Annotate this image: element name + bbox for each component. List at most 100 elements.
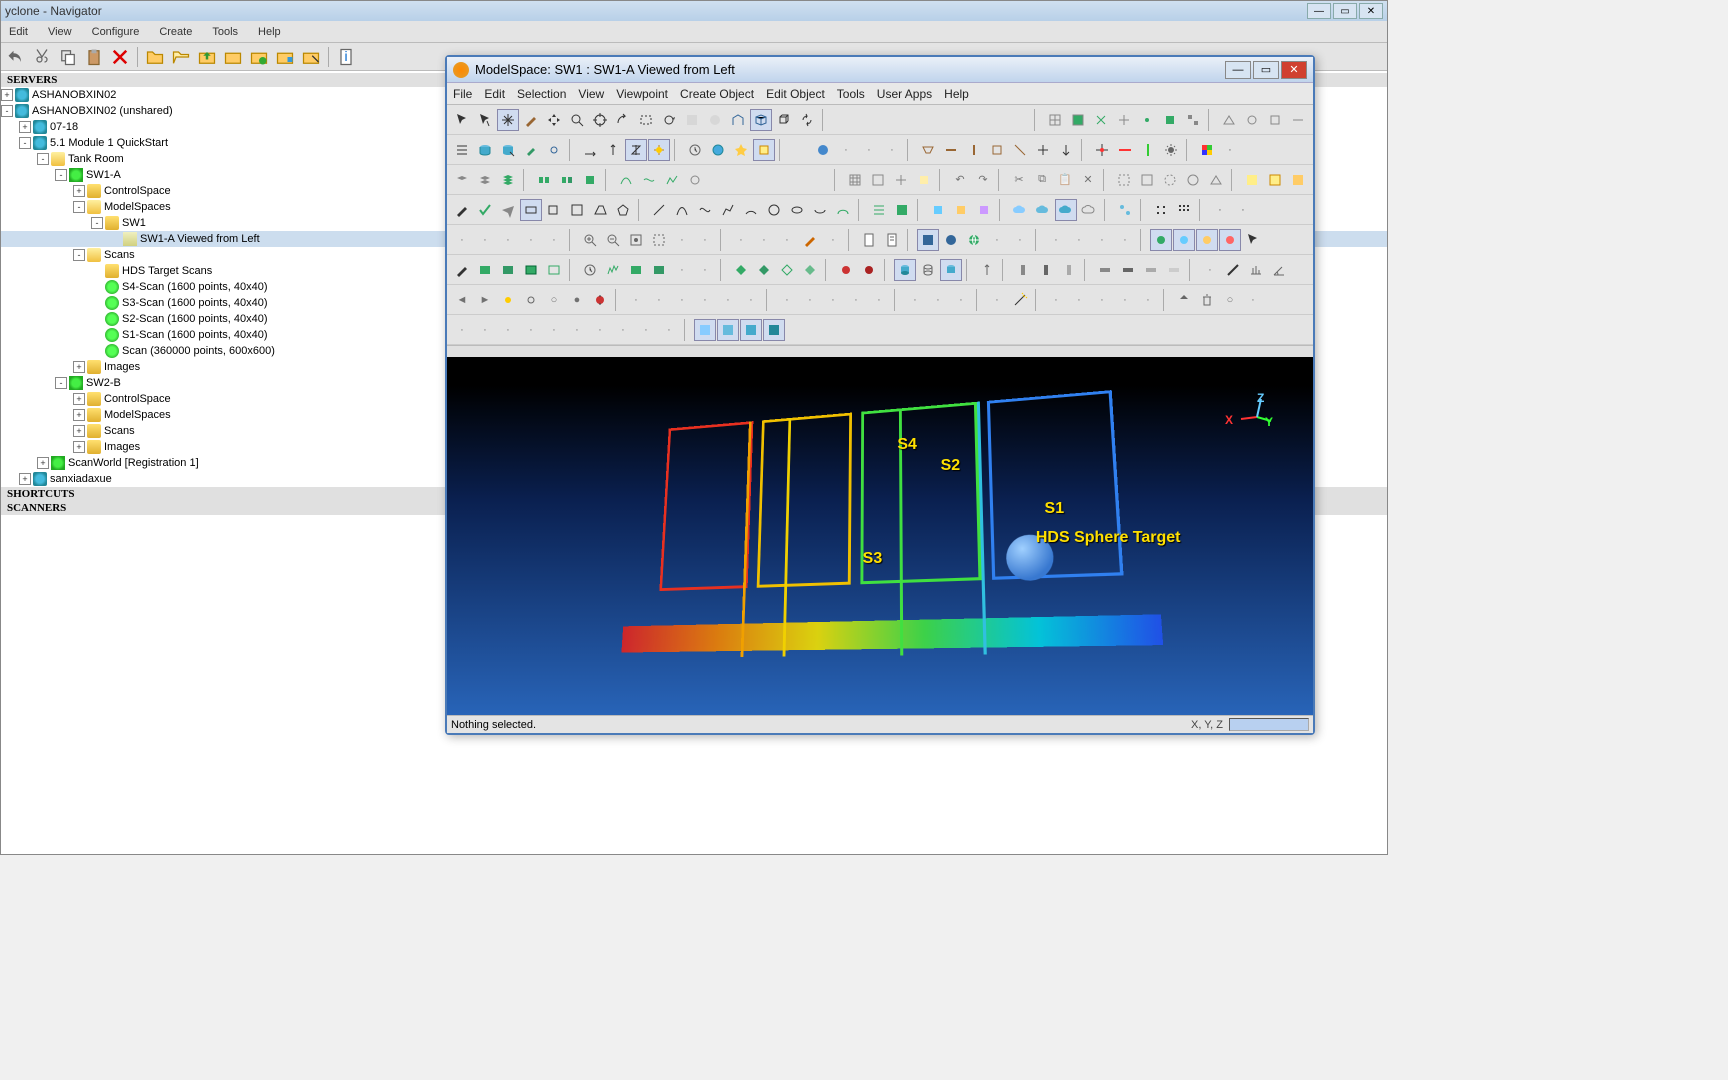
mode4-icon[interactable] <box>763 319 785 341</box>
r6g4-icon[interactable] <box>543 259 565 281</box>
cyl1-icon[interactable] <box>894 259 916 281</box>
clock-icon[interactable] <box>684 139 706 161</box>
view2-icon[interactable] <box>940 229 962 251</box>
nav-back-icon[interactable]: ◄ <box>451 289 473 311</box>
r5j-icon[interactable]: · <box>776 229 798 251</box>
arc4-icon[interactable] <box>809 199 831 221</box>
menu-configure[interactable]: Configure <box>88 24 144 40</box>
globe2-icon[interactable] <box>812 139 834 161</box>
bar3-icon[interactable] <box>1058 259 1080 281</box>
menu-view[interactable]: View <box>44 24 76 40</box>
bar7-icon[interactable] <box>1163 259 1185 281</box>
axis-x-icon[interactable] <box>579 139 601 161</box>
r7w-icon[interactable]: · <box>1242 289 1264 311</box>
r6r1-icon[interactable] <box>835 259 857 281</box>
cut-plane4-icon[interactable] <box>986 139 1008 161</box>
viewport-3d[interactable]: S4 S2 S3 S1 HDS Sphere Target X Y Z <box>447 357 1313 715</box>
r5h-icon[interactable]: · <box>730 229 752 251</box>
g3-icon[interactable] <box>1196 229 1218 251</box>
r7e-icon[interactable]: · <box>717 289 739 311</box>
r8c-icon[interactable]: · <box>497 319 519 341</box>
hatch3-icon[interactable] <box>1287 169 1309 191</box>
arc5-icon[interactable] <box>832 199 854 221</box>
misc-icon[interactable]: · <box>1219 139 1241 161</box>
grid-tool3-icon[interactable] <box>890 169 912 191</box>
cyl3-icon[interactable] <box>940 259 962 281</box>
r8a-icon[interactable]: · <box>451 319 473 341</box>
cmenu-view[interactable]: View <box>578 87 604 101</box>
r5c-icon[interactable]: · <box>497 229 519 251</box>
multi-select-icon[interactable] <box>474 109 496 131</box>
move-icon[interactable] <box>543 109 565 131</box>
r6g5-icon[interactable] <box>625 259 647 281</box>
r7h-icon[interactable]: · <box>799 289 821 311</box>
close-button[interactable]: ✕ <box>1359 3 1383 19</box>
delete-icon[interactable] <box>109 46 131 68</box>
undo-icon[interactable] <box>5 46 27 68</box>
r7u-icon[interactable] <box>1173 289 1195 311</box>
r7f-icon[interactable]: · <box>740 289 762 311</box>
r5d-icon[interactable]: · <box>520 229 542 251</box>
tool-c3-icon[interactable] <box>1264 109 1286 131</box>
cmenu-help[interactable]: Help <box>944 87 969 101</box>
dot5-icon[interactable] <box>589 289 611 311</box>
folder-action1-icon[interactable] <box>222 46 244 68</box>
sel1-icon[interactable] <box>1113 169 1135 191</box>
dot4-icon[interactable]: ● <box>566 289 588 311</box>
curve2-icon[interactable] <box>638 169 660 191</box>
reg1-icon[interactable] <box>533 169 555 191</box>
r5e-icon[interactable]: · <box>543 229 565 251</box>
g1-icon[interactable] <box>1150 229 1172 251</box>
end2-icon[interactable]: · <box>1232 199 1254 221</box>
snap-icon[interactable] <box>648 139 670 161</box>
r6g3-icon[interactable] <box>520 259 542 281</box>
list2-icon[interactable] <box>891 199 913 221</box>
draw-icon[interactable] <box>520 109 542 131</box>
refresh-icon[interactable] <box>796 109 818 131</box>
reg2-icon[interactable] <box>556 169 578 191</box>
cut-axis-icon[interactable] <box>1032 139 1054 161</box>
r7k-icon[interactable]: · <box>868 289 890 311</box>
axis-y-icon[interactable] <box>602 139 624 161</box>
tool-c4-icon[interactable] <box>1287 109 1309 131</box>
r7o-icon[interactable]: · <box>986 289 1008 311</box>
menu-edit[interactable]: Edit <box>5 24 32 40</box>
r6p3-icon[interactable] <box>776 259 798 281</box>
gear-icon[interactable] <box>1160 139 1182 161</box>
r7v-icon[interactable]: ○ <box>1219 289 1241 311</box>
grid2-icon[interactable] <box>1067 109 1089 131</box>
cmenu-createobject[interactable]: Create Object <box>680 87 754 101</box>
mesh-cloud-icon[interactable] <box>1114 199 1136 221</box>
r6e1-icon[interactable]: · <box>1199 259 1221 281</box>
highlight-icon[interactable] <box>753 139 775 161</box>
r5b-icon[interactable]: · <box>474 229 496 251</box>
r6e2-icon[interactable] <box>1222 259 1244 281</box>
hatch1-icon[interactable] <box>1241 169 1263 191</box>
obj2-icon[interactable] <box>950 199 972 221</box>
angle-icon[interactable] <box>1268 259 1290 281</box>
wand-icon[interactable] <box>1009 289 1031 311</box>
tool-c1-icon[interactable] <box>1218 109 1240 131</box>
line2-icon[interactable] <box>671 199 693 221</box>
paste2-icon[interactable]: 📋 <box>1054 169 1076 191</box>
grid3-icon[interactable] <box>1090 109 1112 131</box>
cmenu-edit[interactable]: Edit <box>484 87 505 101</box>
zoom-in-icon[interactable] <box>579 229 601 251</box>
hatch2-icon[interactable] <box>1264 169 1286 191</box>
grid-tool1-icon[interactable] <box>844 169 866 191</box>
arc3-icon[interactable] <box>786 199 808 221</box>
curve4-icon[interactable] <box>684 169 706 191</box>
r7l-icon[interactable]: · <box>904 289 926 311</box>
dot3-icon[interactable]: ○ <box>543 289 565 311</box>
arc2-icon[interactable] <box>763 199 785 221</box>
grid5-icon[interactable] <box>1136 109 1158 131</box>
cut-arrow-icon[interactable] <box>1055 139 1077 161</box>
r6pen-icon[interactable] <box>451 259 473 281</box>
t3-icon[interactable]: · <box>881 139 903 161</box>
db-tool2-icon[interactable] <box>497 139 519 161</box>
poly3-icon[interactable] <box>589 199 611 221</box>
zoom-fit-icon[interactable] <box>625 229 647 251</box>
r5f-icon[interactable]: · <box>671 229 693 251</box>
doc2-icon[interactable] <box>881 229 903 251</box>
r7m-icon[interactable]: · <box>927 289 949 311</box>
